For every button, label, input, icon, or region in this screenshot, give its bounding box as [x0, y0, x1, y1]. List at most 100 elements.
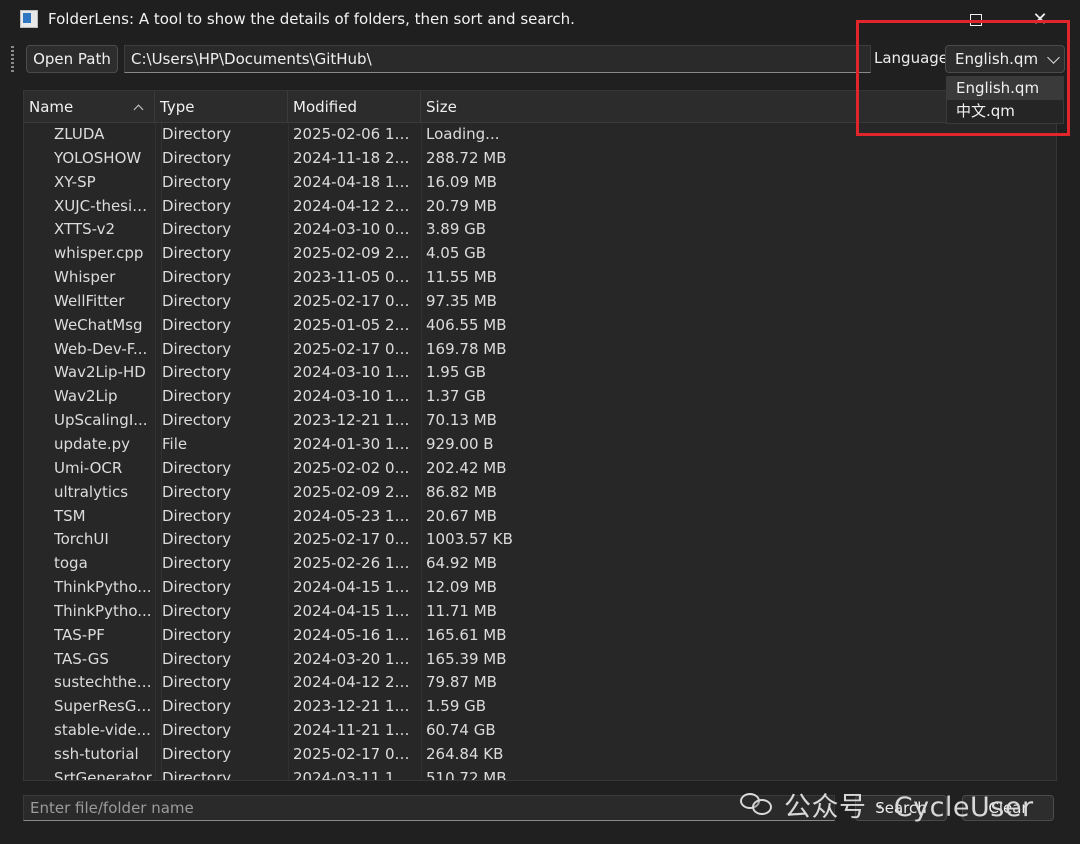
- search-input[interactable]: Enter file/folder name: [23, 795, 835, 821]
- cell-type: Directory: [161, 409, 284, 433]
- cell-modified: 2024-03-10 16:...: [293, 363, 417, 382]
- cell-modified: 2025-02-09 23:...: [293, 482, 417, 501]
- cell-name: whisper.cpp: [54, 244, 144, 263]
- cell-name: TSM: [54, 506, 86, 525]
- column-header-name[interactable]: Name: [24, 91, 155, 123]
- cell-type: Directory: [161, 289, 284, 314]
- cell-modified: 2025-02-06 10:...: [293, 125, 417, 143]
- table-row[interactable]: ultralytics Directory 2025-02-09 23:... 86.…: [24, 480, 1049, 505]
- table-row[interactable]: Web-Dev-F... Directory 2025-02-17 00:... 16…: [24, 337, 1049, 362]
- table-row[interactable]: ZLUDA Directory 2025-02-06 10:... Loading..…: [24, 123, 1049, 147]
- cell-modified: 2024-11-21 19:...: [293, 721, 417, 740]
- cell-size: 16.09 MB: [426, 172, 497, 191]
- table-row[interactable]: ssh-tutorial Directory 2025-02-17 07:... 26…: [24, 742, 1049, 767]
- cell-type: Directory: [161, 671, 284, 696]
- open-path-button[interactable]: Open Path: [26, 45, 118, 73]
- table-row[interactable]: sustechthesi... Directory 2024-04-12 22:..…: [24, 671, 1049, 696]
- cell-modified: 2024-04-12 22:...: [293, 196, 417, 215]
- table-row[interactable]: whisper.cpp Directory 2025-02-09 23:... 4.0…: [24, 242, 1049, 267]
- toolbar-grip-handle[interactable]: [11, 46, 14, 74]
- cell-type: Directory: [161, 766, 284, 780]
- table-row[interactable]: XUJC-thesis... Directory 2024-04-12 22:...…: [24, 194, 1049, 219]
- table-row[interactable]: Wav2Lip Directory 2024-03-10 13:... 1.37 GB: [24, 385, 1049, 410]
- cell-modified: 2024-01-30 13:...: [293, 434, 417, 453]
- language-option-chinese[interactable]: 中文.qm: [947, 100, 1063, 123]
- cell-type: Directory: [161, 647, 284, 672]
- table-row[interactable]: update.py File 2024-01-30 13:... 929.00 B: [24, 432, 1049, 457]
- table-row[interactable]: TSM Directory 2024-05-23 12:... 20.67 MB: [24, 504, 1049, 529]
- table-row[interactable]: toga Directory 2025-02-26 18:... 64.92 MB: [24, 552, 1049, 577]
- table-row[interactable]: stable-vide... Directory 2024-11-21 19:...…: [24, 719, 1049, 743]
- title-bar[interactable]: FolderLens: A tool to show the details o…: [0, 0, 1080, 40]
- cell-size: 165.39 MB: [426, 649, 507, 668]
- table-row[interactable]: XTTS-v2 Directory 2024-03-10 07:... 3.89 GB: [24, 218, 1049, 243]
- clear-button[interactable]: Clear: [962, 795, 1054, 821]
- close-button[interactable]: ✕: [1012, 0, 1068, 40]
- table-row[interactable]: YOLOSHOW Directory 2024-11-18 21:... 288.72…: [24, 146, 1049, 171]
- minimize-icon: [907, 19, 921, 21]
- table-row[interactable]: UpScalingI... Directory 2023-12-21 16:... 7…: [24, 409, 1049, 433]
- minimize-button[interactable]: [886, 0, 942, 40]
- cell-type: Directory: [161, 719, 284, 743]
- cell-size: 202.42 MB: [426, 458, 507, 477]
- toolbar: Open Path C:\Users\HP\Documents\GitHub\ …: [0, 40, 1080, 78]
- table-row[interactable]: Umi-OCR Directory 2025-02-02 08:... 202.42 …: [24, 456, 1049, 481]
- cell-type: Directory: [161, 528, 284, 553]
- cell-type: Directory: [161, 456, 284, 481]
- folderlens-window: FolderLens: A tool to show the details o…: [0, 0, 1080, 844]
- cell-modified: 2025-02-02 08:...: [293, 458, 417, 477]
- cell-name: toga: [54, 554, 88, 573]
- search-button[interactable]: Search: [855, 795, 947, 821]
- table-row[interactable]: TAS-GS Directory 2024-03-20 16:... 165.39 M…: [24, 647, 1049, 672]
- cell-modified: 2025-02-17 07:...: [293, 744, 417, 763]
- cell-modified: 2024-04-15 16:...: [293, 601, 417, 620]
- table-row[interactable]: WeChatMsg Directory 2025-01-05 22:... 406.5…: [24, 313, 1049, 338]
- table-row[interactable]: TAS-PF Directory 2024-05-16 18:... 165.61 M…: [24, 623, 1049, 648]
- cell-modified: 2024-04-18 18:...: [293, 172, 417, 191]
- cell-name: ultralytics: [54, 482, 129, 501]
- cell-name: XUJC-thesis...: [54, 196, 152, 215]
- table-row[interactable]: Whisper Directory 2023-11-05 08:... 11.55 M…: [24, 266, 1049, 290]
- window-title: FolderLens: A tool to show the details o…: [48, 10, 575, 28]
- cell-type: Directory: [161, 313, 284, 338]
- table-row[interactable]: WellFitter Directory 2025-02-17 00:... 97.3…: [24, 289, 1049, 314]
- maximize-button[interactable]: [948, 0, 1004, 40]
- path-input[interactable]: C:\Users\HP\Documents\GitHub\: [124, 45, 871, 73]
- table-row[interactable]: ThinkPytho... Directory 2024-04-15 16:... 1…: [24, 576, 1049, 600]
- cell-name: Umi-OCR: [54, 458, 123, 477]
- cell-modified: 2023-12-21 16:...: [293, 411, 417, 430]
- cell-name: WeChatMsg: [54, 315, 143, 334]
- column-header-type[interactable]: Type: [155, 91, 288, 123]
- sort-ascending-icon: [133, 104, 144, 115]
- cell-size: 86.82 MB: [426, 482, 497, 501]
- cell-name: Wav2Lip: [54, 387, 118, 406]
- cell-name: YOLOSHOW: [54, 148, 142, 167]
- column-header-modified[interactable]: Modified: [288, 91, 421, 123]
- cell-type: Directory: [161, 599, 284, 624]
- language-select[interactable]: English.qm: [945, 45, 1065, 73]
- cell-type: Directory: [161, 552, 284, 577]
- cell-type: Directory: [161, 361, 284, 386]
- table-row[interactable]: ThinkPytho... Directory 2024-04-15 16:... 1…: [24, 599, 1049, 624]
- cell-name: TorchUI: [54, 530, 109, 549]
- cell-type: Directory: [161, 695, 284, 720]
- table-header: Name Type Modified Size: [24, 91, 1056, 123]
- cell-type: Directory: [161, 742, 284, 767]
- cell-modified: 2025-01-05 22:...: [293, 315, 417, 334]
- table-row[interactable]: XY-SP Directory 2024-04-18 18:... 16.09 MB: [24, 170, 1049, 195]
- cell-size: 79.87 MB: [426, 673, 497, 692]
- cell-size: 406.55 MB: [426, 315, 507, 334]
- table-row[interactable]: SuperResGAN Directory 2023-12-21 18:... 1.5…: [24, 695, 1049, 720]
- table-row[interactable]: SrtGenerator Directory 2024-03-11 11:... 51…: [24, 766, 1049, 780]
- cell-name: Wav2Lip-HD: [54, 363, 146, 382]
- cell-size: 12.09 MB: [426, 578, 497, 597]
- language-option-english[interactable]: English.qm: [947, 77, 1063, 100]
- table-row[interactable]: Wav2Lip-HD Directory 2024-03-10 16:... 1.95…: [24, 361, 1049, 386]
- cell-type: Directory: [161, 194, 284, 219]
- column-header-modified-label: Modified: [293, 98, 358, 116]
- cell-name: update.py: [54, 434, 131, 453]
- cell-size: 288.72 MB: [426, 148, 507, 167]
- cell-name: Web-Dev-F...: [54, 339, 148, 358]
- cell-type: Directory: [161, 385, 284, 410]
- table-row[interactable]: TorchUI Directory 2025-02-17 07:... 1003.57…: [24, 528, 1049, 553]
